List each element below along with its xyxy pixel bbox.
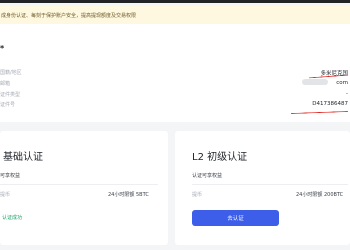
l2-divider [192, 184, 348, 185]
id-type-value: - [346, 91, 348, 97]
basic-withdraw-limit: 24小时限额 5BTC [108, 192, 149, 198]
basic-title: 基础认证 [3, 152, 43, 163]
notice-text: 成身份认证、每刻于保护账户安全，提高提现额度及交易权限 [1, 12, 137, 19]
country-label: 国籍/地区 [0, 70, 22, 76]
l2-benefits-label: 认证可享权益 [192, 173, 223, 179]
identity-info-panel: * 国籍/地区 多米尼克国 邮箱 com 证件类型 - 证件号 D4173864… [0, 24, 350, 122]
basic-divider [0, 184, 158, 185]
l2-title: L2 初级认证 [192, 152, 248, 163]
info-row-country: 国籍/地区 多米尼克国 [0, 69, 350, 79]
l2-withdraw-label: 提币 [192, 192, 203, 198]
email-redaction [302, 79, 328, 85]
basic-status: 认证成功 [2, 215, 23, 221]
id-number-label: 证件号 [0, 102, 16, 108]
required-marker: * [0, 44, 5, 53]
basic-verification-card: 基础认证 可享权益 提币 24小时限额 5BTC 认证成功 [0, 131, 168, 245]
info-row-email: 邮箱 com [0, 79, 350, 90]
id-type-label: 证件类型 [0, 92, 21, 98]
info-row-id-type: 证件类型 - [0, 91, 350, 101]
info-row-id-number: 证件号 D417386487 [0, 101, 350, 111]
email-label: 邮箱 [0, 81, 11, 87]
basic-benefits-label: 可享权益 [0, 173, 21, 179]
verification-notice: 成身份认证、每刻于保护账户安全，提高提现额度及交易权限 [0, 6, 350, 24]
email-value: com [336, 80, 348, 86]
top-bar [0, 0, 350, 3]
l2-withdraw-limit: 24小时限额 200BTC [296, 192, 344, 198]
basic-withdraw-label: 提币 [0, 192, 11, 198]
id-number-value: D417386487 [312, 101, 348, 107]
start-verification-button[interactable]: 去认证 [192, 210, 279, 226]
annotation-underline-id [290, 111, 349, 114]
l2-verification-card: L2 初级认证 认证可享权益 提币 24小时限额 200BTC 去认证 [175, 131, 350, 245]
